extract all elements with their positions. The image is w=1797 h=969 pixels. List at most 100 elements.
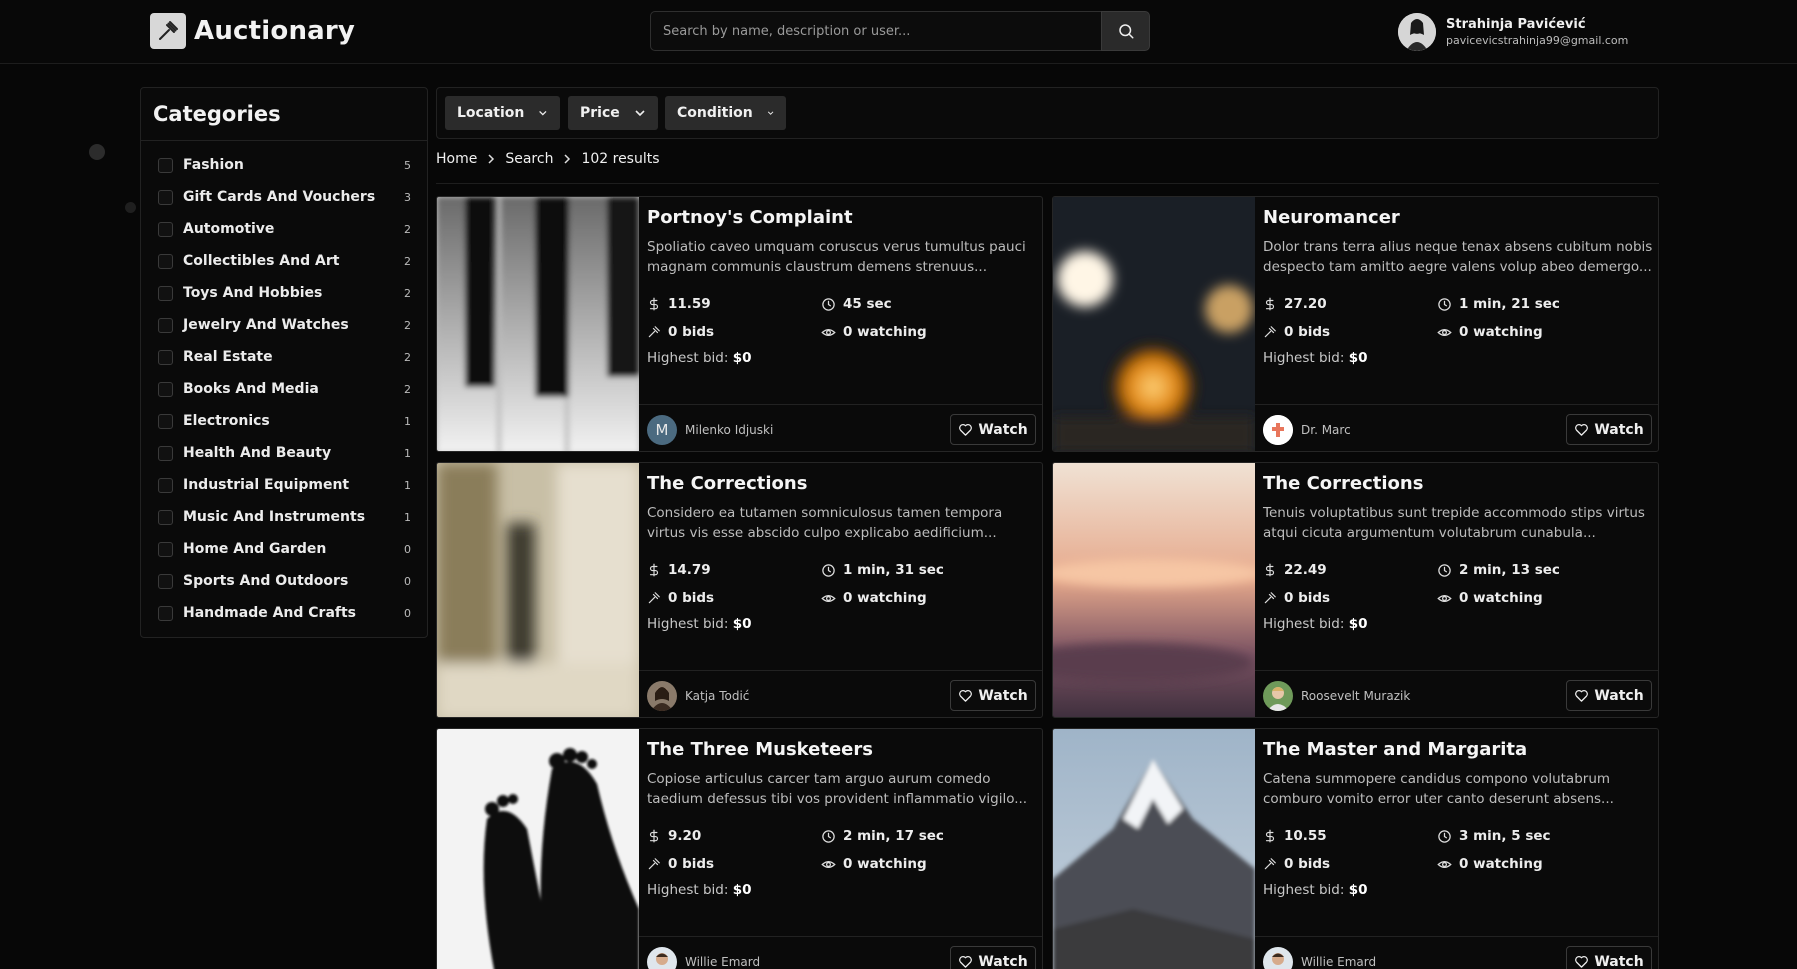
search-button[interactable]: [1101, 11, 1150, 51]
listing-title[interactable]: The Master and Margarita: [1263, 739, 1527, 760]
listing-watching: 0 watching: [821, 856, 927, 872]
listing-title[interactable]: Neuromancer: [1263, 207, 1400, 228]
category-item[interactable]: Health And Beauty 1: [141, 437, 427, 469]
category-checkbox[interactable]: [158, 605, 173, 621]
category-checkbox[interactable]: [158, 509, 173, 525]
listing-card[interactable]: The Three Musketeers Copiose articulus ca…: [436, 728, 1043, 969]
category-item[interactable]: Automotive 2: [141, 213, 427, 245]
category-item[interactable]: Electronics 1: [141, 405, 427, 437]
category-checkbox[interactable]: [158, 221, 173, 237]
price-filter-button[interactable]: Price: [568, 96, 658, 130]
dollar-icon: [1265, 563, 1275, 577]
listing-image[interactable]: [1053, 729, 1255, 969]
clock-icon: [822, 829, 835, 843]
breadcrumb-home[interactable]: Home: [436, 151, 477, 167]
category-checkbox[interactable]: [158, 477, 173, 493]
clock-icon: [822, 297, 835, 311]
category-item[interactable]: Gift Cards And Vouchers 3: [141, 181, 427, 213]
listing-bids: 0 bids: [647, 324, 714, 340]
category-checkbox[interactable]: [158, 317, 173, 333]
search-input[interactable]: [650, 11, 1101, 51]
category-label: Home And Garden: [183, 541, 327, 557]
seller-name: Dr. Marc: [1301, 423, 1351, 437]
category-checkbox[interactable]: [158, 285, 173, 301]
listing-card[interactable]: The Corrections Considero ea tutamen somn…: [436, 462, 1043, 718]
category-checkbox[interactable]: [158, 253, 173, 269]
seller-info[interactable]: Willie Emard: [1263, 947, 1376, 969]
app-name: Auctionary: [194, 16, 356, 46]
seller-avatar: [647, 947, 677, 969]
heart-icon: [959, 690, 973, 702]
listing-card[interactable]: Portnoy's Complaint Spoliatio caveo umqua…: [436, 196, 1043, 452]
category-item[interactable]: Music And Instruments 1: [141, 501, 427, 533]
category-count: 2: [404, 350, 411, 364]
clock-icon: [1438, 297, 1451, 311]
watch-button[interactable]: Watch: [1566, 414, 1652, 445]
gavel-icon: [648, 326, 660, 338]
category-checkbox[interactable]: [158, 541, 173, 557]
listing-bids: 0 bids: [1263, 324, 1330, 340]
listing-price: 14.79: [647, 562, 711, 578]
category-checkbox[interactable]: [158, 189, 173, 205]
user-profile[interactable]: Strahinja Pavićević pavicevicstrahinja99…: [1398, 13, 1628, 51]
eye-icon: [821, 328, 836, 336]
category-item[interactable]: Sports And Outdoors 0: [141, 565, 427, 597]
category-item[interactable]: Industrial Equipment 1: [141, 469, 427, 501]
listing-bids: 0 bids: [1263, 590, 1330, 606]
eye-icon: [821, 594, 836, 602]
category-checkbox[interactable]: [158, 445, 173, 461]
seller-info[interactable]: Dr. Marc: [1263, 415, 1351, 445]
category-item[interactable]: Home And Garden 0: [141, 533, 427, 565]
listing-card[interactable]: The Corrections Tenuis voluptatibus sunt …: [1052, 462, 1659, 718]
heart-icon: [959, 424, 973, 436]
category-item[interactable]: Handmade And Crafts 0: [141, 597, 427, 629]
breadcrumb-search[interactable]: Search: [505, 151, 553, 167]
listing-image[interactable]: [1053, 197, 1255, 451]
logo[interactable]: Auctionary: [150, 13, 355, 49]
category-item[interactable]: Toys And Hobbies 2: [141, 277, 427, 309]
location-filter-button[interactable]: Location: [445, 96, 560, 130]
listing-image[interactable]: [1053, 463, 1263, 717]
category-checkbox[interactable]: [158, 381, 173, 397]
condition-filter-button[interactable]: Condition: [665, 96, 786, 130]
watch-button[interactable]: Watch: [950, 946, 1036, 969]
category-item[interactable]: Collectibles And Art 2: [141, 245, 427, 277]
seller-avatar: [1263, 947, 1293, 969]
search-icon: [1118, 24, 1133, 39]
category-checkbox[interactable]: [158, 413, 173, 429]
category-checkbox[interactable]: [158, 157, 173, 173]
listing-description: Catena summopere candidus compono voluta…: [1263, 771, 1614, 807]
seller-info[interactable]: M Milenko Idjuski: [647, 415, 773, 445]
category-item[interactable]: Jewelry And Watches 2: [141, 309, 427, 341]
listing-title[interactable]: The Corrections: [647, 473, 807, 494]
watching-value: 0 watching: [843, 590, 927, 606]
listing-footer: Katja Todić Watch: [639, 670, 1042, 717]
user-email: pavicevicstrahinja99@gmail.com: [1446, 34, 1629, 47]
watch-button[interactable]: Watch: [950, 680, 1036, 711]
watch-button[interactable]: Watch: [1566, 946, 1652, 969]
category-checkbox[interactable]: [158, 573, 173, 589]
listing-image[interactable]: [437, 197, 639, 451]
seller-info[interactable]: Katja Todić: [647, 681, 749, 711]
seller-info[interactable]: Roosevelt Murazik: [1263, 681, 1410, 711]
eye-icon: [821, 860, 836, 868]
listing-image[interactable]: [437, 729, 639, 969]
watch-button[interactable]: Watch: [950, 414, 1036, 445]
filter-bar: Location Price Condition: [436, 87, 1659, 139]
watch-button[interactable]: Watch: [1566, 680, 1652, 711]
dollar-icon: [1265, 297, 1275, 311]
listing-title[interactable]: The Corrections: [1263, 473, 1423, 494]
listing-card[interactable]: Neuromancer Dolor trans terra alius neque…: [1052, 196, 1659, 452]
watch-label: Watch: [978, 687, 1028, 704]
category-item[interactable]: Fashion 5: [141, 149, 427, 181]
listing-title[interactable]: Portnoy's Complaint: [647, 207, 853, 228]
category-item[interactable]: Real Estate 2: [141, 341, 427, 373]
seller-avatar: M: [647, 415, 677, 445]
seller-info[interactable]: Willie Emard: [647, 947, 760, 969]
listing-card[interactable]: The Master and Margarita Catena summopere…: [1052, 728, 1659, 969]
category-label: Gift Cards And Vouchers: [183, 189, 376, 205]
listing-title[interactable]: The Three Musketeers: [647, 739, 873, 760]
category-checkbox[interactable]: [158, 349, 173, 365]
category-item[interactable]: Books And Media 2: [141, 373, 427, 405]
listing-image[interactable]: [437, 463, 639, 717]
